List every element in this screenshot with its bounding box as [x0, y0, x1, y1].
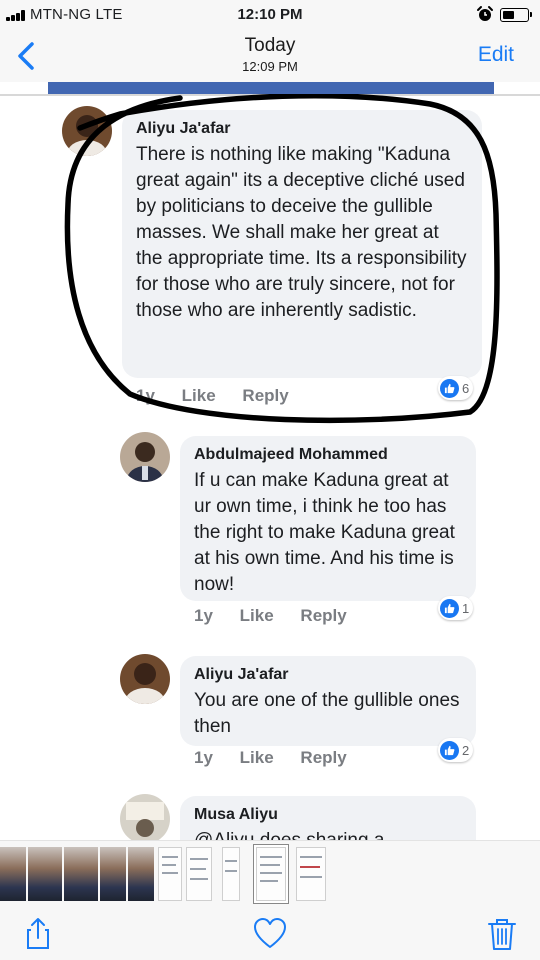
reply-link[interactable]: Reply — [300, 748, 346, 767]
reply-link[interactable]: Reply — [300, 606, 346, 625]
selected-photo-thumbnail[interactable] — [254, 845, 288, 903]
comment-age: 1y — [194, 748, 213, 767]
comment-actions: 1y Like Reply — [136, 386, 311, 406]
edit-button[interactable]: Edit — [478, 43, 514, 67]
avatar — [120, 654, 170, 704]
avatar — [120, 794, 170, 840]
comment-author[interactable]: Aliyu Ja'afar — [136, 120, 468, 138]
like-link[interactable]: Like — [182, 386, 216, 405]
comment-bubble: Aliyu Ja'afar There is nothing like maki… — [122, 110, 482, 378]
comment-bubble: Aliyu Ja'afar You are one of the gullibl… — [180, 656, 476, 746]
reply-link[interactable]: Reply — [242, 386, 288, 405]
share-icon[interactable] — [20, 916, 56, 952]
photo-thumbnail[interactable] — [158, 847, 182, 901]
thumbs-up-icon — [440, 598, 459, 618]
comment-actions: 1y Like Reply — [194, 606, 369, 626]
comment-author[interactable]: Abdulmajeed Mohammed — [194, 446, 462, 464]
reaction-badge: 1 — [438, 596, 474, 620]
like-link[interactable]: Like — [240, 748, 274, 767]
reaction-count: 2 — [462, 742, 470, 758]
comment-bubble: Musa Aliyu @Aliyu does sharing a — [180, 796, 476, 840]
like-link[interactable]: Like — [240, 606, 274, 625]
status-bar: MTN-NG LTE 12:10 PM — [0, 0, 540, 30]
status-time: 12:10 PM — [237, 6, 303, 23]
comment-age: 1y — [136, 386, 155, 405]
photo-thumbnail[interactable] — [0, 847, 26, 901]
thumbs-up-icon — [440, 378, 459, 398]
comment-bubble: Abdulmajeed Mohammed If u can make Kadun… — [180, 436, 476, 601]
reaction-badge: 6 — [438, 376, 474, 400]
photo-thumbnail[interactable] — [28, 847, 62, 901]
trash-icon[interactable] — [484, 916, 520, 952]
photo-thumbnail[interactable] — [64, 847, 98, 901]
comment-text: There is nothing like making "Kaduna gre… — [136, 144, 467, 321]
photo-thumbnail[interactable] — [100, 847, 126, 901]
divider — [0, 94, 540, 96]
avatar — [120, 432, 170, 482]
photo-thumbnail[interactable] — [128, 847, 154, 901]
comment-text: @Aliyu does sharing a — [194, 828, 462, 840]
thumbs-up-icon — [440, 740, 459, 760]
photo-content: Aliyu Ja'afar There is nothing like maki… — [0, 82, 540, 840]
reaction-count: 1 — [462, 600, 470, 616]
reaction-count: 6 — [462, 380, 470, 396]
nav-title: Today — [244, 35, 296, 56]
comment-author[interactable]: Aliyu Ja'afar — [194, 666, 462, 684]
heart-icon[interactable] — [252, 916, 288, 952]
avatar — [62, 106, 112, 156]
nav-subtitle: 12:09 PM — [242, 59, 298, 74]
alarm-icon — [477, 6, 493, 21]
comment-age: 1y — [194, 606, 213, 625]
photo-nav-bar: Today 12:09 PM Edit — [0, 30, 540, 82]
reaction-badge: 2 — [438, 738, 474, 762]
comment-author[interactable]: Musa Aliyu — [194, 806, 462, 824]
comment-actions: 1y Like Reply — [194, 748, 369, 768]
photo-thumbnail[interactable] — [186, 847, 212, 901]
photo-thumbnail[interactable] — [222, 847, 240, 901]
bottom-toolbar — [0, 906, 540, 960]
battery-icon — [500, 8, 532, 22]
photo-thumbnail[interactable] — [296, 847, 326, 901]
thumbnail-strip[interactable] — [0, 840, 540, 906]
comment-text: You are one of the gullible ones then — [194, 690, 460, 737]
comment-text: If u can make Kaduna great at ur own tim… — [194, 470, 455, 595]
